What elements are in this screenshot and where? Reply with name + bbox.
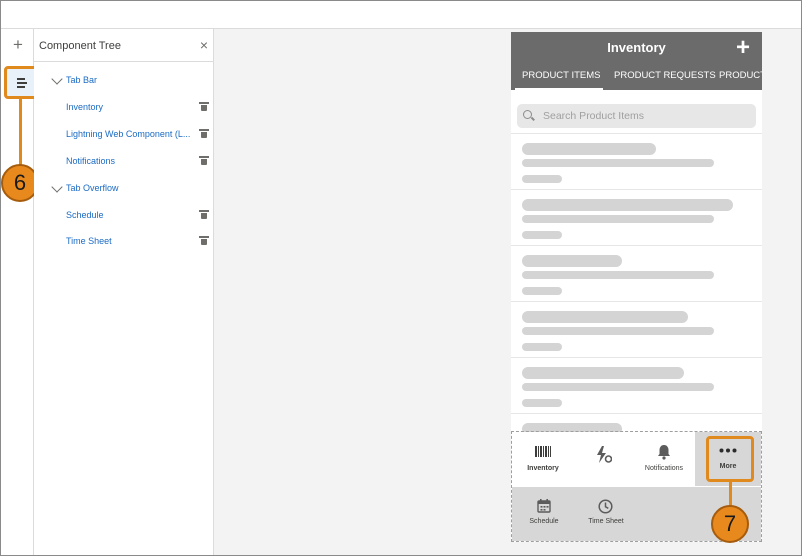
skeleton-line [522, 343, 562, 351]
bell-icon [658, 445, 670, 460]
tree-item-label: Lightning Web Component (L... [66, 129, 191, 139]
overflow-item-time-sheet[interactable]: Time Sheet [582, 487, 630, 541]
skeleton-line [522, 159, 714, 167]
left-rail: + [1, 29, 39, 555]
calendar-icon [537, 499, 551, 513]
tab-product-items[interactable]: PRODUCT ITEMS [522, 70, 600, 81]
list-item[interactable] [511, 189, 762, 245]
skeleton-line [522, 399, 562, 407]
trash-icon[interactable] [199, 102, 209, 111]
tree-item-schedule[interactable]: Schedule [34, 206, 214, 226]
clock-icon [598, 499, 613, 514]
tab-product[interactable]: PRODUCT [719, 70, 762, 81]
tree-item-lightning-web-component[interactable]: Lightning Web Component (L... [34, 125, 214, 145]
skeleton-line [522, 367, 684, 379]
component-tree-panel: Component Tree × Tab Bar Inventory Light… [34, 29, 214, 555]
app-header: Inventory + PRODUCT ITEMS PRODUCT REQUES… [511, 32, 762, 90]
tree-item-label: Notifications [66, 156, 116, 166]
search-placeholder: Search Product Items [543, 110, 644, 122]
chevron-down-icon[interactable] [51, 181, 63, 193]
list-item[interactable] [511, 245, 762, 301]
trash-icon[interactable] [199, 129, 209, 138]
tree-item-label: Tab Bar [66, 75, 98, 85]
trash-icon[interactable] [199, 156, 209, 165]
list-item[interactable] [511, 357, 762, 413]
tabbar-item-inventory[interactable]: Inventory [512, 432, 574, 486]
skeleton-line [522, 383, 714, 391]
skeleton-line [522, 255, 622, 267]
tabbar-item-notifications[interactable]: Notifications [634, 432, 694, 486]
tabbar-label: Inventory [527, 465, 559, 472]
chevron-down-icon[interactable] [51, 73, 63, 85]
list-item[interactable] [511, 301, 762, 357]
overflow-label: Schedule [529, 518, 559, 525]
skeleton-line [522, 311, 688, 323]
tree-item-tab-overflow[interactable]: Tab Overflow [34, 179, 214, 199]
skeleton-line [522, 327, 714, 335]
tree-item-inventory[interactable]: Inventory [34, 98, 214, 118]
panel-title: Component Tree [39, 40, 121, 52]
tab-strip: PRODUCT ITEMS PRODUCT REQUESTS PRODUCT [511, 70, 762, 90]
tabbar-item-lightning-web-component[interactable] [574, 432, 634, 486]
tree-item-label: Schedule [66, 210, 104, 220]
callout-highlight [706, 436, 754, 482]
list-item[interactable] [511, 133, 762, 189]
close-icon[interactable]: × [200, 38, 208, 52]
tree-item-tab-bar[interactable]: Tab Bar [34, 71, 214, 91]
tree-item-label: Tab Overflow [66, 183, 119, 193]
step-badge-7: 7 [711, 505, 749, 543]
list-icon [17, 78, 28, 90]
callout-connector [19, 98, 22, 168]
tree-item-label: Inventory [66, 102, 104, 112]
add-component-icon[interactable]: + [10, 36, 26, 53]
tree-item-notifications[interactable]: Notifications [34, 152, 214, 172]
skeleton-line [522, 271, 714, 279]
skeleton-line [522, 199, 733, 211]
tree-item-time-sheet[interactable]: Time Sheet [34, 232, 214, 252]
trash-icon[interactable] [199, 210, 209, 219]
skeleton-line [522, 143, 656, 155]
lightning-gear-icon [597, 446, 612, 463]
overflow-item-schedule[interactable]: Schedule [524, 487, 564, 541]
top-bar [1, 1, 801, 29]
barcode-icon [535, 446, 551, 457]
skeleton-line [522, 287, 562, 295]
skeleton-line [522, 231, 562, 239]
trash-icon[interactable] [199, 236, 209, 245]
overflow-label: Time Sheet [588, 518, 624, 525]
skeleton-line [522, 175, 562, 183]
search-input[interactable]: Search Product Items [517, 104, 756, 128]
page-title: Inventory [607, 40, 666, 55]
add-icon[interactable]: + [736, 35, 750, 61]
active-tab-indicator [515, 88, 603, 90]
search-icon [523, 110, 532, 119]
tab-product-requests[interactable]: PRODUCT REQUESTS [614, 70, 716, 81]
tabbar-label: Notifications [644, 465, 684, 472]
skeleton-line [522, 215, 714, 223]
tree-item-label: Time Sheet [66, 236, 112, 246]
panel-header: Component Tree × [34, 29, 214, 62]
